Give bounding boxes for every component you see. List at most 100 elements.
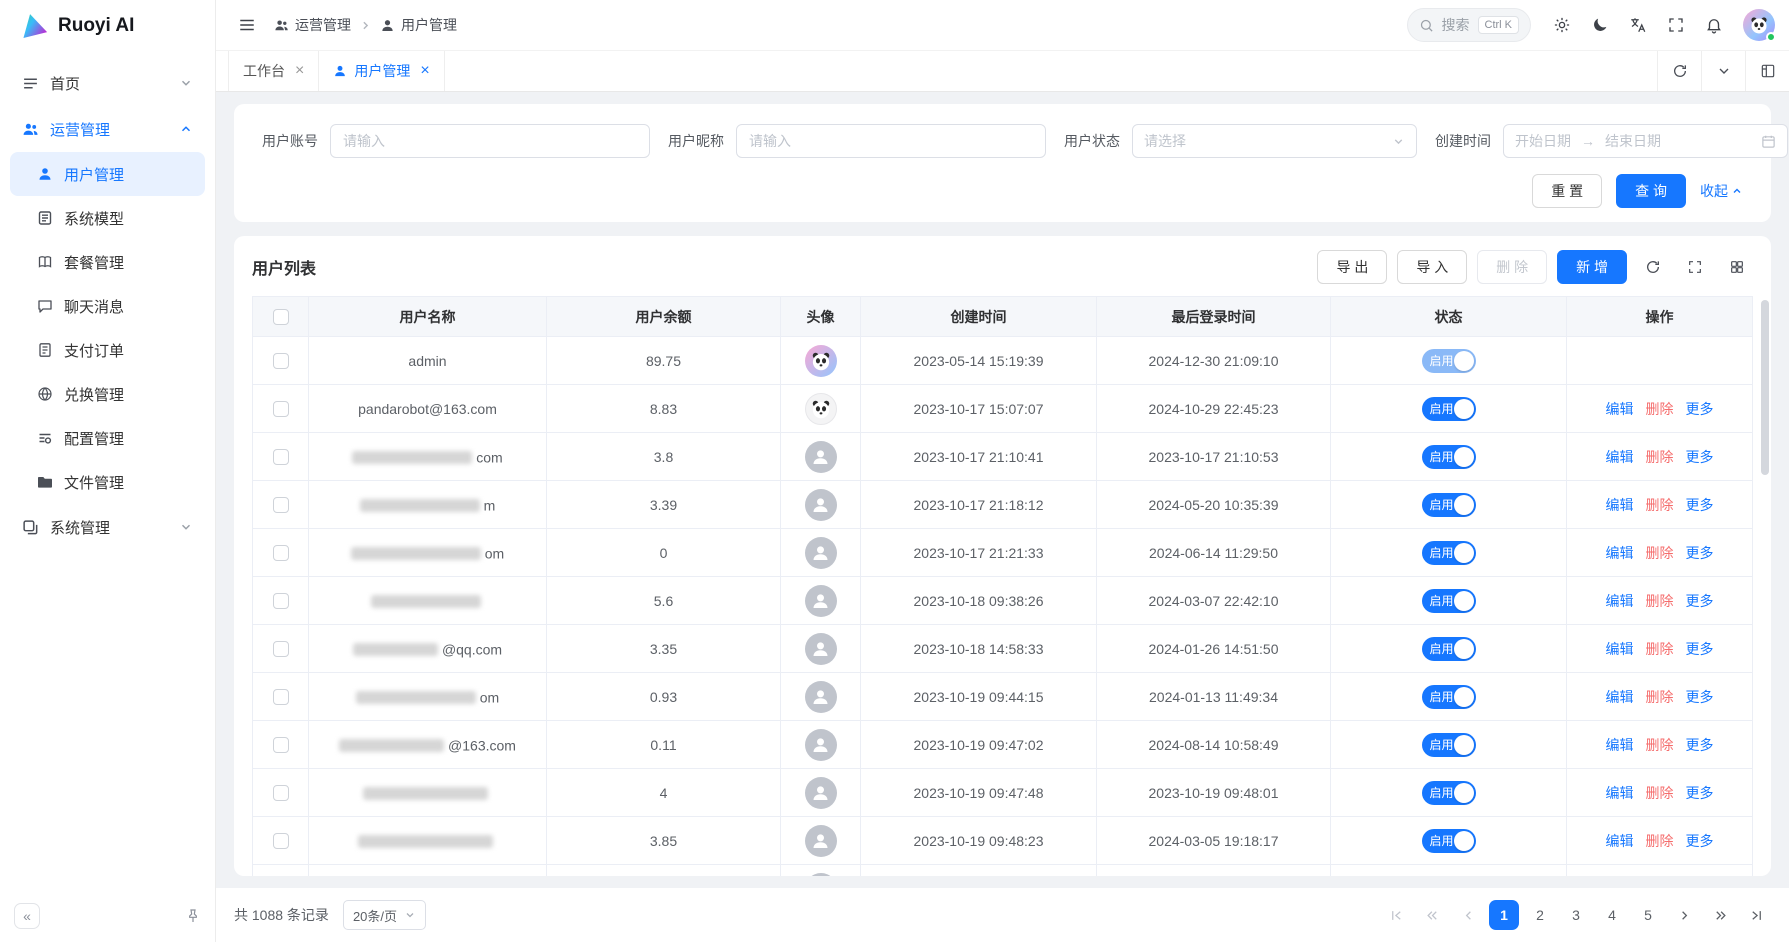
more-link[interactable]: 更多 <box>1686 641 1714 657</box>
row-checkbox[interactable] <box>273 593 289 609</box>
sidebar-item-user[interactable]: 用户管理 <box>10 152 205 196</box>
status-toggle[interactable]: 启用 <box>1422 637 1476 661</box>
more-link[interactable]: 更多 <box>1686 401 1714 417</box>
row-checkbox[interactable] <box>273 353 289 369</box>
import-button[interactable]: 导 入 <box>1397 250 1467 284</box>
status-toggle[interactable]: 启用 <box>1422 781 1476 805</box>
page-button-1[interactable]: 1 <box>1489 900 1519 930</box>
edit-link[interactable]: 编辑 <box>1606 497 1634 513</box>
status-select[interactable]: 请选择 <box>1132 124 1417 158</box>
date-range-picker[interactable]: 开始日期 → 结束日期 <box>1503 124 1788 158</box>
last-page-button[interactable] <box>1741 900 1771 930</box>
collapse-filter-link[interactable]: 收起 <box>1700 181 1743 201</box>
search-input[interactable]: 搜索 Ctrl K <box>1407 8 1532 42</box>
more-link[interactable]: 更多 <box>1686 545 1714 561</box>
delete-button[interactable]: 删 除 <box>1477 250 1547 284</box>
edit-link[interactable]: 编辑 <box>1606 593 1634 609</box>
edit-link[interactable]: 编辑 <box>1606 641 1634 657</box>
sidebar-item-operations[interactable]: 运营管理 <box>10 106 205 152</box>
status-toggle[interactable]: 启用 <box>1422 541 1476 565</box>
prev-page-button[interactable] <box>1453 900 1483 930</box>
edit-link[interactable]: 编辑 <box>1606 689 1634 705</box>
edit-link[interactable]: 编辑 <box>1606 785 1634 801</box>
reset-button[interactable]: 重 置 <box>1532 174 1602 208</box>
page-button-2[interactable]: 2 <box>1525 900 1555 930</box>
app-logo[interactable]: Ruoyi AI <box>0 0 215 52</box>
delete-link[interactable]: 删除 <box>1646 689 1674 705</box>
scrollbar-thumb[interactable] <box>1761 300 1769 475</box>
close-icon[interactable]: × <box>295 63 304 79</box>
page-size-select[interactable]: 20条/页 <box>343 900 426 930</box>
page-button-4[interactable]: 4 <box>1597 900 1627 930</box>
row-checkbox[interactable] <box>273 689 289 705</box>
tab-工作台[interactable]: 工作台× <box>228 51 319 91</box>
breadcrumb-operations[interactable]: 运营管理 <box>274 15 351 35</box>
delete-link[interactable]: 删除 <box>1646 785 1674 801</box>
select-all-checkbox[interactable] <box>273 309 289 325</box>
notifications-button[interactable] <box>1697 8 1731 42</box>
more-link[interactable]: 更多 <box>1686 833 1714 849</box>
first-page-button[interactable] <box>1381 900 1411 930</box>
row-checkbox[interactable] <box>273 497 289 513</box>
sidebar-item-system[interactable]: 系统管理 <box>10 504 205 550</box>
query-button[interactable]: 查 询 <box>1616 174 1686 208</box>
more-link[interactable]: 更多 <box>1686 785 1714 801</box>
edit-link[interactable]: 编辑 <box>1606 401 1634 417</box>
sidebar-item-chat[interactable]: 聊天消息 <box>10 284 205 328</box>
row-checkbox[interactable] <box>273 641 289 657</box>
sidebar-item-config[interactable]: 配置管理 <box>10 416 205 460</box>
more-link[interactable]: 更多 <box>1686 449 1714 465</box>
export-button[interactable]: 导 出 <box>1317 250 1387 284</box>
more-link[interactable]: 更多 <box>1686 593 1714 609</box>
status-toggle[interactable]: 启用 <box>1422 493 1476 517</box>
menu-toggle-icon[interactable] <box>230 8 264 42</box>
settings-button[interactable] <box>1545 8 1579 42</box>
status-toggle[interactable]: 启用 <box>1422 685 1476 709</box>
status-toggle[interactable]: 启用 <box>1422 349 1476 373</box>
more-link[interactable]: 更多 <box>1686 497 1714 513</box>
edit-link[interactable]: 编辑 <box>1606 737 1634 753</box>
status-toggle[interactable]: 启用 <box>1422 733 1476 757</box>
next-page-button[interactable] <box>1669 900 1699 930</box>
sidebar-item-exchange[interactable]: 兑换管理 <box>10 372 205 416</box>
fullscreen-button[interactable] <box>1659 8 1693 42</box>
page-button-5[interactable]: 5 <box>1633 900 1663 930</box>
delete-link[interactable]: 删除 <box>1646 401 1674 417</box>
sidebar-item-package[interactable]: 套餐管理 <box>10 240 205 284</box>
delete-link[interactable]: 删除 <box>1646 641 1674 657</box>
jump-back-button[interactable] <box>1417 900 1447 930</box>
sidebar-item-model[interactable]: 系统模型 <box>10 196 205 240</box>
delete-link[interactable]: 删除 <box>1646 497 1674 513</box>
user-avatar[interactable] <box>1743 9 1775 41</box>
sidebar-item-folder[interactable]: 文件管理 <box>10 460 205 504</box>
sidebar-item-home[interactable]: 首页 <box>10 60 205 106</box>
tab-options-button[interactable] <box>1701 51 1745 91</box>
row-checkbox[interactable] <box>273 833 289 849</box>
delete-link[interactable]: 删除 <box>1646 545 1674 561</box>
delete-link[interactable]: 删除 <box>1646 737 1674 753</box>
status-toggle[interactable]: 启用 <box>1422 829 1476 853</box>
table-scrollbar[interactable] <box>1761 300 1769 872</box>
edit-link[interactable]: 编辑 <box>1606 545 1634 561</box>
dark-mode-button[interactable] <box>1583 8 1617 42</box>
status-toggle[interactable]: 启用 <box>1422 589 1476 613</box>
row-checkbox[interactable] <box>273 545 289 561</box>
close-icon[interactable]: × <box>420 63 429 79</box>
add-button[interactable]: 新 增 <box>1557 250 1627 284</box>
more-link[interactable]: 更多 <box>1686 689 1714 705</box>
breadcrumb-user-management[interactable]: 用户管理 <box>380 15 457 35</box>
delete-link[interactable]: 删除 <box>1646 449 1674 465</box>
status-toggle[interactable]: 启用 <box>1422 397 1476 421</box>
jump-forward-button[interactable] <box>1705 900 1735 930</box>
row-checkbox[interactable] <box>273 737 289 753</box>
status-toggle[interactable]: 启用 <box>1422 445 1476 469</box>
delete-link[interactable]: 删除 <box>1646 833 1674 849</box>
tab-用户管理[interactable]: 用户管理× <box>319 51 444 91</box>
layout-button[interactable] <box>1745 51 1789 91</box>
fullscreen-table-button[interactable] <box>1679 251 1711 283</box>
row-checkbox[interactable] <box>273 785 289 801</box>
sidebar-collapse-button[interactable]: « <box>14 903 40 929</box>
language-button[interactable] <box>1621 8 1655 42</box>
more-link[interactable]: 更多 <box>1686 737 1714 753</box>
refresh-tab-button[interactable] <box>1657 51 1701 91</box>
